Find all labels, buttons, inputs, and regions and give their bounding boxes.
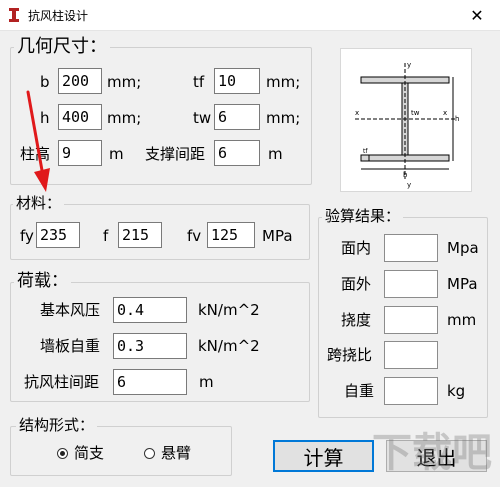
watermark-logo: 下载吧 xyxy=(372,430,492,476)
wind-pressure-label: 基本风压 xyxy=(40,301,101,319)
span-deflection-ratio-output xyxy=(384,341,438,369)
simple-support-radio[interactable] xyxy=(57,448,68,459)
close-button[interactable]: ✕ xyxy=(454,0,500,30)
span-deflection-ratio-label: 跨挠比 xyxy=(327,346,373,364)
structure-group-title: 结构形式： xyxy=(16,418,98,433)
app-icon xyxy=(9,8,19,22)
fv-input[interactable]: 125 xyxy=(207,222,255,248)
out-plane-label: 面外 xyxy=(341,275,372,293)
wind-pressure-input[interactable]: 0.4 xyxy=(113,297,187,323)
fy-label: fy xyxy=(20,227,34,245)
self-weight-label: 自重 xyxy=(344,382,375,400)
geometry-group-title: 几何尺寸： xyxy=(14,38,110,56)
diagram-y-top: y xyxy=(407,61,411,69)
material-unit: MPa xyxy=(262,227,293,245)
fy-input[interactable]: 235 xyxy=(36,222,80,248)
tf-label: tf xyxy=(193,73,205,91)
column-height-unit: m xyxy=(109,145,124,163)
tf-unit: mm; xyxy=(266,73,301,91)
cantilever-label[interactable]: 悬臂 xyxy=(161,446,191,461)
simple-support-label[interactable]: 简支 xyxy=(74,446,104,461)
calculate-button[interactable]: 计算 xyxy=(273,440,374,472)
out-plane-output xyxy=(384,270,438,298)
in-plane-output xyxy=(384,234,438,262)
self-weight-unit: kg xyxy=(447,382,466,400)
out-plane-unit: MPa xyxy=(447,275,478,293)
column-spacing-label: 抗风柱间距 xyxy=(24,373,100,391)
diagram-x-right: x xyxy=(443,109,447,117)
diagram-x-left: x xyxy=(355,109,359,117)
brace-spacing-input[interactable]: 6 xyxy=(214,140,260,166)
b-unit: mm; xyxy=(107,73,142,91)
column-spacing-unit: m xyxy=(199,373,214,391)
tw-input[interactable]: 6 xyxy=(214,104,260,130)
brace-spacing-unit: m xyxy=(268,145,283,163)
in-plane-unit: Mpa xyxy=(447,239,479,257)
f-input[interactable]: 215 xyxy=(118,222,162,248)
deflection-label: 挠度 xyxy=(341,311,372,329)
deflection-unit: mm xyxy=(447,311,477,329)
wind-pressure-unit: kN/m^2 xyxy=(198,301,260,319)
diagram-tw: tw xyxy=(411,109,420,117)
window-titlebar: 抗风柱设计 ✕ xyxy=(0,0,500,31)
tw-label: tw xyxy=(193,109,212,127)
fv-label: fv xyxy=(187,227,202,245)
diagram-y-bottom: y xyxy=(407,181,411,189)
diagram-b: b xyxy=(403,171,408,179)
cantilever-radio[interactable] xyxy=(144,448,155,459)
tf-input[interactable]: 10 xyxy=(214,68,260,94)
annotation-arrow-icon xyxy=(26,90,50,192)
diagram-h: h xyxy=(455,115,459,123)
tw-unit: mm; xyxy=(266,109,301,127)
h-unit: mm; xyxy=(107,109,142,127)
load-group-title: 荷载： xyxy=(14,273,71,290)
diagram-tf: tf xyxy=(363,148,368,155)
deflection-output xyxy=(384,306,438,334)
results-group-title: 验算结果： xyxy=(322,209,404,224)
column-spacing-input[interactable]: 6 xyxy=(113,369,187,395)
section-diagram: y y x x tw tf h b xyxy=(340,48,472,192)
h-input[interactable]: 400 xyxy=(58,104,102,130)
material-group-title: 材料： xyxy=(13,196,65,211)
b-input[interactable]: 200 xyxy=(58,68,102,94)
column-height-input[interactable]: 9 xyxy=(58,140,102,166)
in-plane-label: 面内 xyxy=(341,239,372,257)
wall-weight-unit: kN/m^2 xyxy=(198,337,260,355)
f-label: f xyxy=(103,227,109,245)
wall-weight-input[interactable]: 0.3 xyxy=(113,333,187,359)
self-weight-output xyxy=(384,377,438,405)
wall-weight-label: 墙板自重 xyxy=(40,337,101,355)
window-title: 抗风柱设计 xyxy=(28,9,89,23)
i-beam-section-drawing: y y x x tw tf h b xyxy=(355,61,459,189)
brace-spacing-label: 支撑间距 xyxy=(145,145,206,163)
